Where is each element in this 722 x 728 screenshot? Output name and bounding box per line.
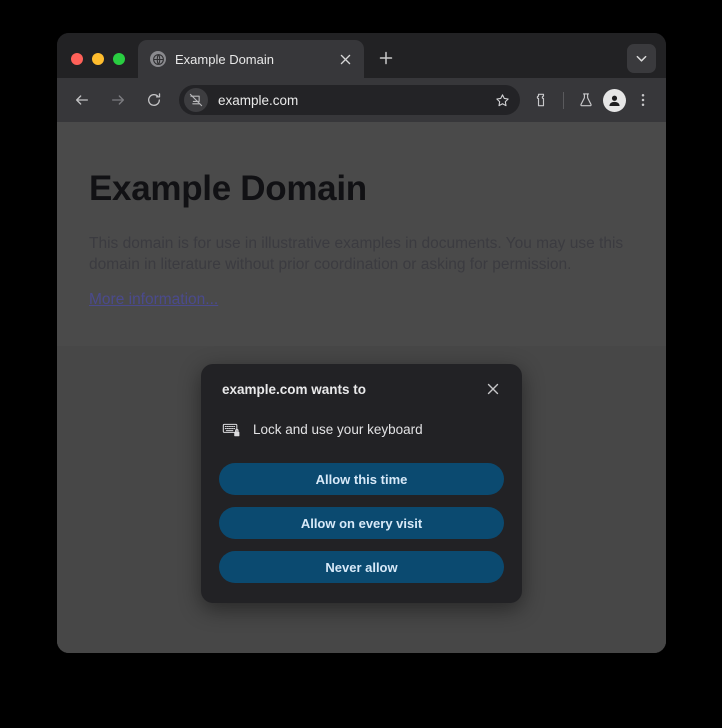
- dialog-title: example.com wants to: [222, 381, 367, 397]
- dialog-header: example.com wants to: [219, 378, 504, 400]
- browser-window: Example Domain example.com Example Domai…: [57, 33, 666, 653]
- three-dot-menu-icon[interactable]: [629, 86, 657, 114]
- keyboard-lock-icon: [222, 420, 241, 439]
- permission-request-row: Lock and use your keyboard: [219, 420, 504, 439]
- flask-icon[interactable]: [572, 86, 600, 114]
- allow-on-every-visit-button[interactable]: Allow on every visit: [219, 507, 504, 539]
- tab-search-button[interactable]: [627, 44, 656, 73]
- person-avatar-icon[interactable]: [603, 88, 626, 112]
- allow-this-time-button[interactable]: Allow this time: [219, 463, 504, 495]
- address-bar[interactable]: example.com: [179, 85, 520, 115]
- tab-strip: Example Domain: [57, 33, 666, 78]
- url-text[interactable]: example.com: [208, 93, 489, 108]
- never-allow-button[interactable]: Never allow: [219, 551, 504, 583]
- new-tab-button[interactable]: [372, 44, 400, 72]
- globe-icon: [150, 51, 166, 67]
- tracking-blocked-icon[interactable]: [184, 88, 208, 112]
- reload-button[interactable]: [139, 85, 169, 115]
- more-information-link[interactable]: More information...: [89, 291, 218, 308]
- page-content: Example Domain This domain is for use in…: [57, 122, 666, 310]
- page-viewport: Example Domain This domain is for use in…: [57, 122, 666, 653]
- page-paragraph: This domain is for use in illustrative e…: [89, 235, 624, 273]
- browser-toolbar: example.com: [57, 78, 666, 122]
- window-traffic-lights: [57, 53, 138, 78]
- page-title: Example Domain: [89, 169, 367, 208]
- close-window-button[interactable]: [71, 53, 83, 65]
- maximize-window-button[interactable]: [113, 53, 125, 65]
- minimize-window-button[interactable]: [92, 53, 104, 65]
- toolbar-divider: [563, 91, 564, 109]
- forward-button[interactable]: [103, 85, 133, 115]
- tab-title: Example Domain: [175, 51, 274, 67]
- close-icon[interactable]: [336, 50, 354, 68]
- permission-label: Lock and use your keyboard: [253, 422, 423, 437]
- star-icon[interactable]: [489, 87, 515, 113]
- close-icon[interactable]: [482, 378, 504, 400]
- back-button[interactable]: [67, 85, 97, 115]
- puzzle-piece-icon[interactable]: [527, 86, 555, 114]
- permission-dialog: example.com wants to Lock and use your k…: [201, 364, 522, 603]
- tab-example-domain[interactable]: Example Domain: [138, 40, 364, 78]
